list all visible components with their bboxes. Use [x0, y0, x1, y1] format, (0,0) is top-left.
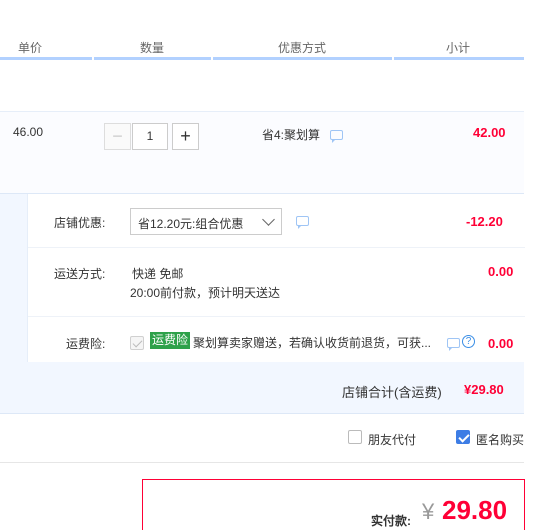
anonymous-purchase-label[interactable]: 匿名购买	[476, 431, 524, 448]
quantity-decrease-button[interactable]: −	[104, 123, 131, 150]
insurance-amount: 0.00	[488, 336, 514, 351]
shipping-method: 快递 免邮	[132, 267, 184, 281]
anonymous-purchase-checkbox[interactable]	[456, 430, 470, 444]
header-underline	[94, 57, 211, 60]
header-unit-price: 单价	[18, 41, 43, 55]
insurance-checkbox[interactable]	[130, 336, 144, 350]
header-underline	[394, 57, 524, 60]
shop-summary-section: 店铺优惠: 省12.20元:组合优惠 -12.20 运送方式: 快递 免邮 20…	[0, 193, 525, 414]
friend-pay-label[interactable]: 朋友代付	[368, 431, 416, 448]
header-subtotal: 小计	[446, 41, 471, 55]
insurance-badge: 运费险	[150, 332, 191, 349]
shipping-insurance-label: 运费险:	[66, 337, 106, 351]
header-underline	[213, 57, 392, 60]
section-divider	[0, 462, 524, 463]
help-icon[interactable]: ?	[462, 335, 475, 348]
header-quantity: 数量	[140, 41, 165, 55]
row-divider	[28, 247, 525, 248]
item-subtotal: 42.00	[473, 125, 506, 140]
chat-icon[interactable]	[330, 130, 343, 143]
chat-icon[interactable]	[447, 338, 460, 351]
shipping-delivery-note: 20:00前付款，预计明天送达	[130, 286, 281, 300]
chat-icon[interactable]	[296, 216, 309, 229]
item-promotion: 省4:聚划算	[262, 128, 321, 142]
shop-coupon-amount: -12.20	[466, 214, 503, 229]
shop-coupon-selected-value: 省12.20元:组合优惠	[138, 217, 244, 231]
shipping-method-label: 运送方式:	[54, 267, 106, 281]
shop-coupon-select[interactable]: 省12.20元:组合优惠	[130, 208, 282, 235]
order-item-row: 46.00 − 1 + 省4:聚划算 42.00	[0, 111, 524, 193]
quantity-increase-button[interactable]: +	[172, 123, 199, 150]
payment-summary-box: 实付款: ¥ 29.80	[142, 479, 525, 530]
payment-label: 实付款:	[371, 514, 411, 528]
quantity-input[interactable]: 1	[132, 123, 168, 150]
row-divider	[28, 316, 525, 317]
shop-total-value: ¥29.80	[464, 382, 504, 397]
insurance-description: 聚划算卖家赠送，若确认收货前退货，可获...	[193, 336, 432, 350]
payment-amount: 29.80	[442, 495, 508, 525]
unit-price: 46.00	[13, 125, 44, 139]
chevron-down-icon	[262, 213, 275, 226]
friend-pay-checkbox[interactable]	[348, 430, 362, 444]
shop-total-label: 店铺合计(含运费)	[342, 385, 442, 400]
shop-coupon-label: 店铺优惠:	[54, 216, 106, 230]
shop-details-panel: 店铺优惠: 省12.20元:组合优惠 -12.20 运送方式: 快递 免邮 20…	[27, 194, 525, 362]
shipping-amount: 0.00	[488, 264, 514, 279]
header-underline	[0, 57, 92, 60]
payment-currency: ¥	[422, 499, 435, 524]
header-promotion: 优惠方式	[278, 41, 327, 55]
